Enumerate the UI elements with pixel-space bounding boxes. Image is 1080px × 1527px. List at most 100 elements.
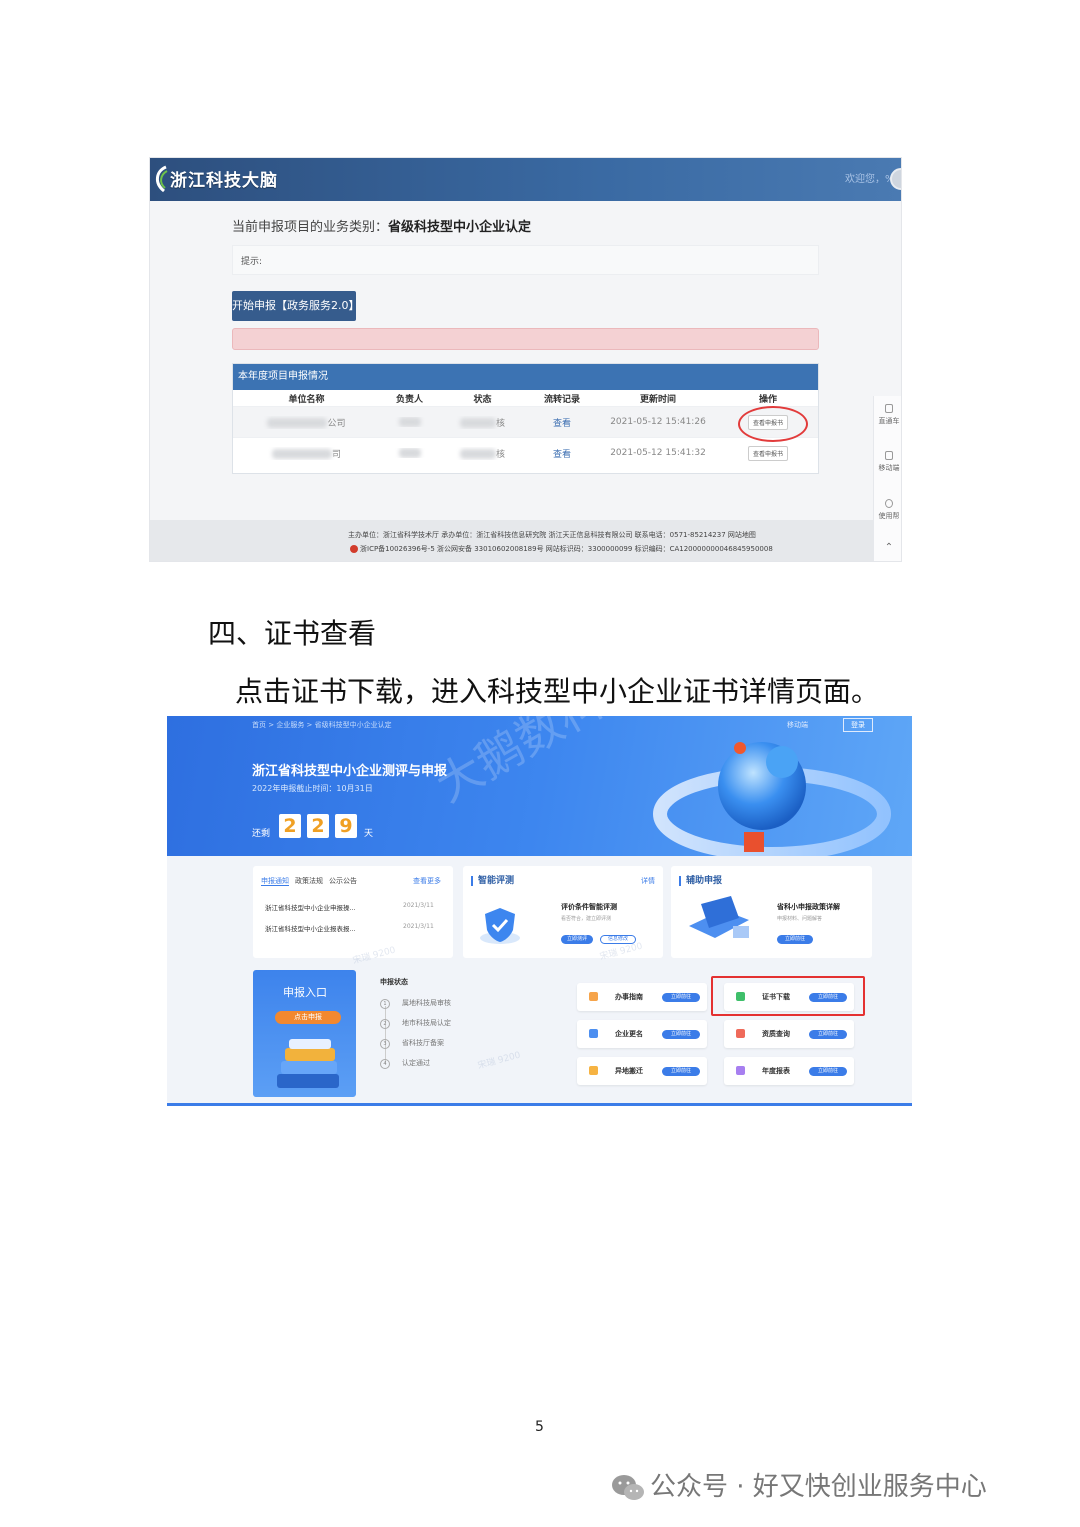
news-item[interactable]: 浙江省科技型中小企业申报操... xyxy=(265,902,356,912)
highlight-box xyxy=(711,976,865,1016)
col-header-record: 流转记录 xyxy=(543,394,580,405)
view-more-link[interactable]: 查看更多 xyxy=(413,876,441,886)
assist-card: 辅助申报 省科小申报政策详解 申报材料、问题解答 立即前往 xyxy=(671,866,872,958)
side-item-mobile[interactable]: 移动端 xyxy=(874,451,901,473)
countdown-digit: 2 xyxy=(307,814,329,838)
owner-cell xyxy=(380,447,439,459)
application-entry-card: 申报入口 点击申报 xyxy=(253,970,356,1097)
tab-policy[interactable]: 政策法规 xyxy=(295,877,323,885)
col-header-status: 状态 xyxy=(473,394,492,405)
annual-report-tile[interactable]: 年度报表 立即前往 xyxy=(724,1057,854,1085)
view-record-link[interactable]: 查看 xyxy=(526,416,598,429)
company-suffix: 公司 xyxy=(327,418,346,429)
company-cell: 公司 xyxy=(233,416,380,429)
status-cell: 核 xyxy=(439,447,526,460)
category-label: 当前申报项目的业务类别： xyxy=(232,220,389,235)
assist-item: 省科小申报政策详解 xyxy=(777,903,840,911)
step-number: 4 xyxy=(380,1059,390,1069)
go-now-button[interactable]: 立即前往 xyxy=(809,1030,847,1039)
page-number: 5 xyxy=(535,1419,544,1435)
start-declaration-button[interactable]: 开始申报【政务服务2.0】 xyxy=(232,291,360,321)
express-icon xyxy=(885,404,893,413)
go-now-button[interactable]: 立即前往 xyxy=(777,935,813,944)
service-label: 企业更名 xyxy=(615,1030,643,1038)
relocation-icon xyxy=(589,1066,598,1075)
step-label: 省科技厅备案 xyxy=(402,1039,444,1047)
rename-icon xyxy=(589,1029,598,1038)
view-record-link[interactable]: 查看 xyxy=(526,447,598,460)
col-header-time: 更新时间 xyxy=(639,394,676,405)
evaluate-now-button[interactable]: 立即测评 xyxy=(561,935,593,944)
go-now-button[interactable]: 立即前往 xyxy=(662,1030,700,1039)
tip-box: 提示: xyxy=(232,245,819,275)
site-logo-text: 浙江科技大脑 xyxy=(170,171,278,191)
laptop-icon xyxy=(689,896,749,938)
day-label: 天 xyxy=(364,829,374,839)
footer-line-2-text: 浙ICP备10026396号-5 浙公网安备 33010602008189号 网… xyxy=(360,545,773,553)
wechat-account-footer: 公众号 · 好又快创业服务中心 xyxy=(610,1466,987,1503)
back-to-top-icon[interactable]: ⌃ xyxy=(874,542,901,553)
apply-now-button[interactable]: 点击申报 xyxy=(275,1011,341,1024)
service-label: 年度报表 xyxy=(762,1067,790,1075)
step-number: 2 xyxy=(380,1019,390,1029)
go-now-button[interactable]: 立即前往 xyxy=(662,1067,700,1076)
redacted-text xyxy=(459,418,496,428)
side-item-label: 使用帮 xyxy=(878,512,900,520)
site-footer: 主办单位：浙江省科学技术厅 承办单位：浙江省科技信息研究院 浙江天正信息科技有限… xyxy=(150,520,901,561)
mobile-icon xyxy=(885,451,893,460)
action-cell: 查看申报书 xyxy=(718,445,818,461)
category-value: 省级科技型中小企业认定 xyxy=(388,220,532,235)
welcome-text: 欢迎您，% xyxy=(845,174,895,185)
view-application-button[interactable]: 查看申报书 xyxy=(747,445,788,461)
status-suffix: 核 xyxy=(495,449,505,460)
table-header-row: 单位名称 负责人 状态 流转记录 更新时间 操作 xyxy=(233,390,818,406)
redacted-text xyxy=(398,447,421,458)
tab-notice[interactable]: 申报通知 xyxy=(261,877,289,886)
police-badge-icon xyxy=(350,545,358,553)
news-card: 申报通知 政策法规 公示公告 查看更多 浙江省科技型中小企业申报操... 2021/… xyxy=(253,866,453,958)
company-rename-tile[interactable]: 企业更名 立即前往 xyxy=(577,1020,707,1048)
guide-icon xyxy=(589,992,598,1001)
update-time: 2021-05-12 15:41:32 xyxy=(610,448,706,458)
hero-banner: 首页 > 企业服务 > 省级科技型中小企业认定 移动端 登录 浙江省科技型中小企… xyxy=(167,716,912,856)
smart-eval-desc: 看否符合，建立即评测 xyxy=(561,916,612,922)
go-now-button[interactable]: 立即前往 xyxy=(809,1067,847,1076)
step-number: 1 xyxy=(380,999,390,1009)
tab-announcement[interactable]: 公示公告 xyxy=(329,877,357,885)
deadline-text: 2022年申报截止时间：10月31日 xyxy=(252,784,373,793)
news-tabs: 申报通知 政策法规 公示公告 xyxy=(261,876,363,886)
redacted-text xyxy=(267,418,328,428)
avatar[interactable] xyxy=(890,168,901,190)
step-label: 地市科技局认定 xyxy=(402,1019,451,1027)
sme-portal-screenshot: 首页 > 企业服务 > 省级科技型中小企业认定 移动端 登录 浙江省科技型中小企… xyxy=(167,716,912,1106)
books-icon xyxy=(277,1039,339,1088)
footer-line-2: 浙ICP备10026396号-5 浙公网安备 33010602008189号 网… xyxy=(348,544,773,554)
smart-eval-item: 评价条件智能评测 xyxy=(561,903,617,911)
status-cell: 核 xyxy=(439,416,526,429)
step-number: 3 xyxy=(380,1039,390,1049)
service-label: 办事指南 xyxy=(615,993,643,1001)
countdown-digit: 2 xyxy=(279,814,301,838)
relocation-tile[interactable]: 异地搬迁 立即前往 xyxy=(577,1057,707,1085)
company-cell: 司 xyxy=(233,447,380,460)
entry-title: 申报入口 xyxy=(283,986,327,999)
news-item[interactable]: 浙江省科技型中小企业报表报... xyxy=(265,923,356,933)
go-now-button[interactable]: 立即前往 xyxy=(662,993,700,1002)
redacted-text xyxy=(271,449,332,459)
qualification-query-tile[interactable]: 资质查询 立即前往 xyxy=(724,1020,854,1048)
details-link[interactable]: 详情 xyxy=(641,876,655,886)
service-label: 异地搬迁 xyxy=(615,1067,643,1075)
countdown-digit: 9 xyxy=(335,814,357,838)
redacted-text xyxy=(398,416,421,427)
redacted-text xyxy=(459,449,496,459)
highlight-circle xyxy=(738,406,808,442)
declaration-table: 本年度项目申报情况 单位名称 负责人 状态 流转记录 更新时间 操作 公司 核 … xyxy=(232,363,819,474)
breadcrumb[interactable]: 首页 > 企业服务 > 省级科技型中小企业认定 xyxy=(252,720,392,730)
service-guide-tile[interactable]: 办事指南 立即前往 xyxy=(577,983,707,1011)
alert-bar xyxy=(232,328,819,350)
report-icon xyxy=(736,1066,745,1075)
step-item: 2 地市科技局认定 xyxy=(380,1018,451,1029)
side-item-help[interactable]: 使用帮 xyxy=(874,499,901,521)
hero-illustration xyxy=(653,742,891,856)
side-item-express[interactable]: 直通车 xyxy=(874,404,901,426)
